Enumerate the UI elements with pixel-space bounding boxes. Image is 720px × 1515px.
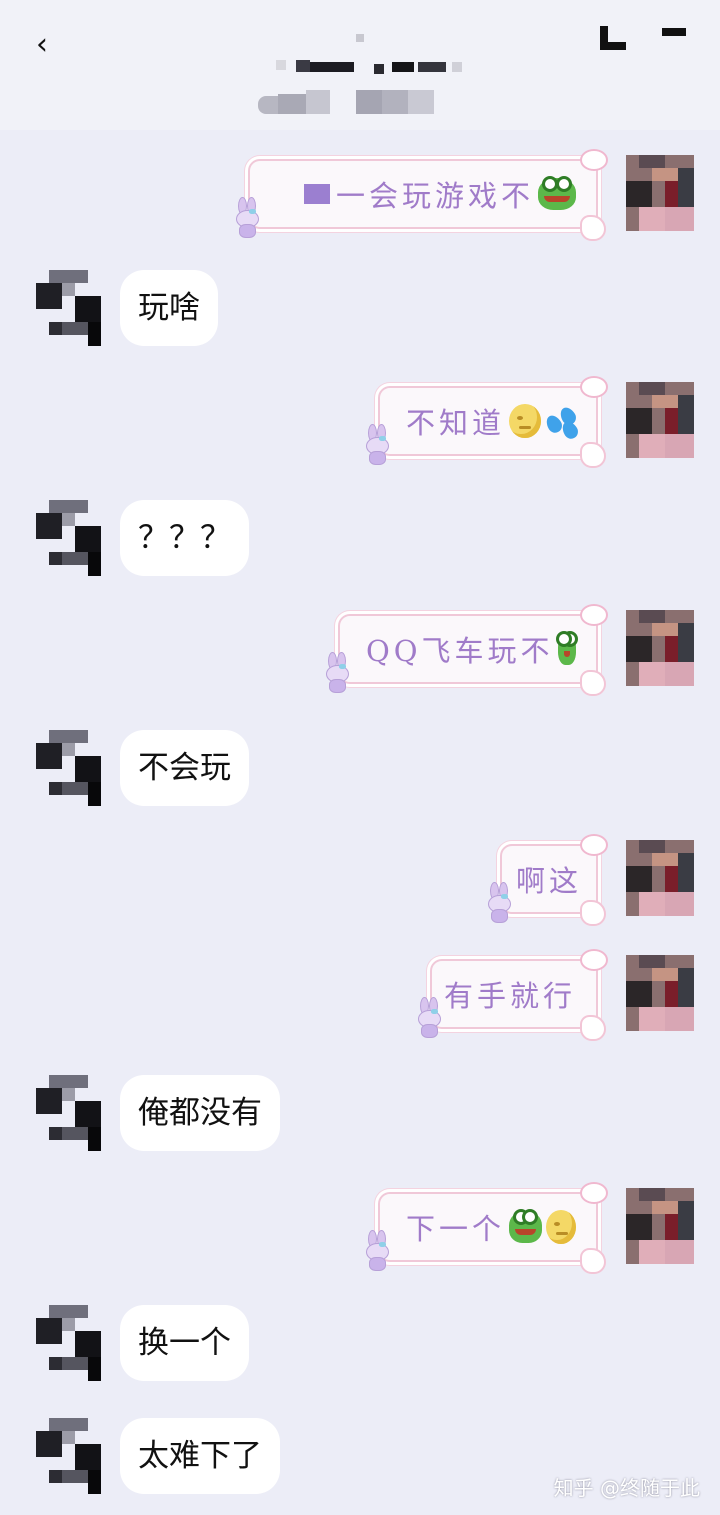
incoming-bubble[interactable]: ？？？ <box>120 500 249 576</box>
message-text: 啊这 <box>515 864 582 898</box>
outgoing-bubble[interactable]: QQ飞车玩不 <box>326 604 608 696</box>
message-text: 太难下了 <box>138 1438 262 1474</box>
bow-decoration-icon <box>580 376 608 398</box>
bunny-sticker-icon <box>416 997 442 1038</box>
bow-decoration-icon <box>580 604 608 626</box>
avatar-contact[interactable] <box>36 270 104 346</box>
watermark: 知乎 @终随于此 <box>553 1476 700 1500</box>
message-row-incoming: ？？？ <box>0 500 720 580</box>
incoming-bubble[interactable]: 玩啥 <box>120 270 218 346</box>
message-row-incoming: 玩啥 <box>0 270 720 350</box>
bow-decoration-icon <box>580 149 608 171</box>
ribbon-decoration-icon <box>580 670 606 696</box>
bow-decoration-icon <box>580 949 608 971</box>
moon-face-emoji-icon <box>546 1210 576 1244</box>
message-text: 不会玩 <box>138 750 231 786</box>
avatar-contact[interactable] <box>36 1418 104 1494</box>
message-row-outgoing: QQ飞车玩不 <box>0 604 720 696</box>
message-row-outgoing: 不知道 <box>0 376 720 468</box>
avatar-contact[interactable] <box>36 1075 104 1151</box>
incoming-bubble[interactable]: 不会玩 <box>120 730 249 806</box>
message-row-incoming: 不会玩 <box>0 730 720 810</box>
incoming-bubble[interactable]: 换一个 <box>120 1305 249 1381</box>
message-text: 一会玩游戏不 <box>335 179 534 213</box>
incoming-bubble[interactable]: 太难下了 <box>120 1418 280 1494</box>
message-text: 有手就行 <box>443 979 576 1013</box>
frog-emoji-icon <box>509 1209 543 1243</box>
message-text: 下一个 <box>406 1212 506 1246</box>
outgoing-bubble[interactable]: 有手就行 <box>418 949 608 1041</box>
message-row-outgoing: 下一个 <box>0 1182 720 1274</box>
avatar-self[interactable] <box>626 1188 694 1264</box>
frog-emoji-icon <box>555 631 579 665</box>
avatar-self[interactable] <box>626 955 694 1031</box>
avatar-self[interactable] <box>626 382 694 458</box>
bunny-sticker-icon <box>486 882 512 923</box>
outgoing-bubble[interactable]: 啊这 <box>488 834 608 926</box>
ribbon-decoration-icon <box>580 442 606 468</box>
sweat-drops-emoji-icon <box>542 404 581 442</box>
outgoing-bubble[interactable]: 一会玩游戏不 <box>236 149 608 241</box>
message-text: 换一个 <box>138 1325 231 1361</box>
message-text: 玩啥 <box>138 290 200 326</box>
bunny-sticker-icon <box>364 424 390 465</box>
frog-emoji-icon <box>538 176 576 210</box>
message-row-incoming: 俺都没有 <box>0 1075 720 1155</box>
outgoing-bubble[interactable]: 不知道 <box>366 376 608 468</box>
ribbon-decoration-icon <box>580 1015 606 1041</box>
ribbon-decoration-icon <box>580 1248 606 1274</box>
avatar-self[interactable] <box>626 610 694 686</box>
bunny-sticker-icon <box>364 1230 390 1271</box>
menu-icon[interactable] <box>662 28 686 36</box>
avatar-contact[interactable] <box>36 500 104 576</box>
bunny-sticker-icon <box>324 652 350 693</box>
chat-header: ‹ <box>0 0 720 130</box>
message-row-outgoing: 一会玩游戏不 <box>0 149 720 241</box>
bunny-sticker-icon <box>234 197 260 238</box>
message-text: 俺都没有 <box>138 1095 262 1131</box>
back-arrow-icon[interactable]: ‹ <box>36 30 50 60</box>
incoming-bubble[interactable]: 俺都没有 <box>120 1075 280 1151</box>
avatar-self[interactable] <box>626 155 694 231</box>
message-row-outgoing: 有手就行 <box>0 949 720 1041</box>
message-row-outgoing: 啊这 <box>0 834 720 926</box>
outgoing-bubble[interactable]: 下一个 <box>366 1182 608 1274</box>
purple-square-icon <box>303 184 330 204</box>
message-text: ？？？ <box>138 520 231 556</box>
avatar-self[interactable] <box>626 840 694 916</box>
bow-decoration-icon <box>580 834 608 856</box>
moon-face-emoji-icon <box>509 404 541 438</box>
message-text: QQ飞车玩不 <box>366 634 554 668</box>
avatar-contact[interactable] <box>36 730 104 806</box>
bow-decoration-icon <box>580 1182 608 1204</box>
ribbon-decoration-icon <box>580 900 606 926</box>
message-row-incoming: 换一个 <box>0 1305 720 1385</box>
avatar-contact[interactable] <box>36 1305 104 1381</box>
call-icon[interactable] <box>600 26 626 52</box>
message-text: 不知道 <box>406 406 506 440</box>
ribbon-decoration-icon <box>580 215 606 241</box>
